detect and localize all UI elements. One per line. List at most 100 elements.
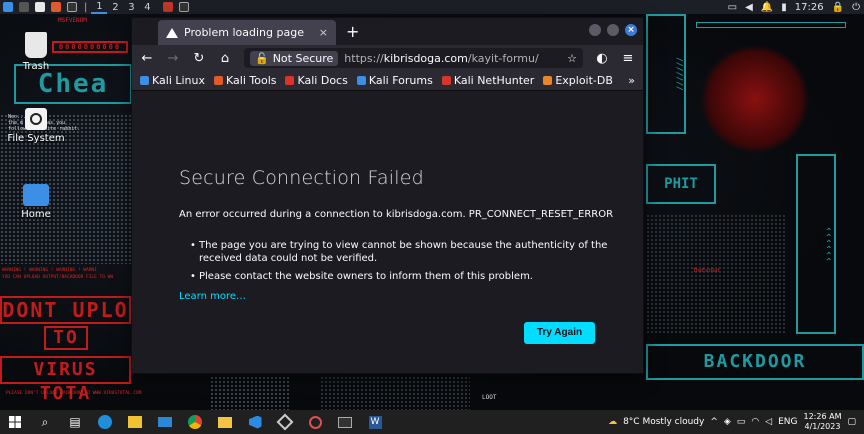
task-view-icon[interactable]: ▤: [64, 411, 86, 433]
url-bar[interactable]: 🔓 Not Secure https://kibrisdoga.com/kayi…: [244, 48, 583, 68]
exploit-db-icon: [543, 76, 553, 85]
firefox-window: Problem loading page × + × ← → ↻ ⌂ 🔓 Not…: [131, 17, 644, 374]
top-panel: | 1 2 3 4 ▭ ◀ 🔔 ▮ 17:26 🔒 ⏻: [0, 0, 864, 14]
home-icon[interactable]: ⌂: [218, 51, 232, 66]
bookmark-star-icon[interactable]: ☆: [567, 52, 577, 65]
lock-icon[interactable]: 🔒: [832, 2, 844, 13]
teal-vertical-art: ///////: [646, 14, 686, 134]
weather-cloud-icon[interactable]: ☁: [608, 417, 617, 427]
tray-chevron-icon[interactable]: ^: [710, 417, 718, 427]
language-indicator[interactable]: ENG: [778, 417, 797, 427]
maximize-button[interactable]: [607, 24, 619, 36]
error-bullet: The page you are trying to view cannot b…: [190, 239, 610, 265]
chrome-icon[interactable]: [184, 411, 206, 433]
workspace-3[interactable]: 3: [123, 2, 139, 13]
firefox-task-icon[interactable]: [163, 2, 174, 12]
bookmarks-overflow-icon[interactable]: »: [628, 74, 635, 87]
bookmark-label: Kali Linux: [152, 74, 206, 87]
kali-tools-icon: [214, 76, 224, 85]
desktop-icon-home[interactable]: Home: [6, 184, 66, 220]
trash-icon: [25, 32, 47, 58]
speaker-icon[interactable]: ◁: [765, 417, 772, 427]
minimize-button[interactable]: [589, 24, 601, 36]
teal-bar-art: [696, 22, 846, 28]
notification-bell-icon[interactable]: 🔔: [761, 2, 773, 13]
bookmark-exploit-db[interactable]: Exploit-DB: [543, 74, 613, 87]
taskbar-clock[interactable]: 12:26 AM 4/1/2023: [804, 412, 842, 432]
error-description: An error occurred during a connection to…: [179, 209, 614, 220]
reload-icon[interactable]: ↻: [192, 51, 206, 66]
terminal-icon[interactable]: [334, 411, 356, 433]
virus-total-art: VIRUS TOTA: [0, 356, 131, 404]
search-icon[interactable]: ⌕: [34, 411, 56, 433]
workspace-2[interactable]: 2: [107, 2, 123, 13]
system-tray: ☁ 8°C Mostly cloudy ^ ◈ ▭ ◠ ◁ ENG 12:26 …: [608, 410, 856, 434]
bookmark-label: Kali Docs: [297, 74, 348, 87]
workspace-4[interactable]: 4: [139, 2, 155, 13]
network-icon[interactable]: ◈: [724, 417, 731, 427]
ascii-table-art: [320, 376, 470, 410]
store-icon[interactable]: [124, 411, 146, 433]
dont-upload-art: DONT UPLO: [0, 296, 131, 324]
learn-more-link[interactable]: Learn more…: [179, 291, 246, 302]
terminal-task-icon[interactable]: [179, 2, 190, 12]
tab-title: Problem loading page: [184, 26, 304, 39]
forward-arrow-icon[interactable]: →: [166, 51, 180, 66]
bookmark-kali-nethunter[interactable]: Kali NetHunter: [441, 74, 534, 87]
wifi-icon[interactable]: ◠: [751, 417, 759, 427]
red-skull-art: [700, 44, 810, 154]
error-bullet-list: The page you are trying to view cannot b…: [190, 239, 610, 288]
power-icon[interactable]: ⏻: [852, 2, 860, 13]
dotted-art: [646, 214, 786, 334]
bookmark-kali-forums[interactable]: Kali Forums: [356, 74, 433, 87]
pocket-icon[interactable]: ◐: [595, 51, 609, 66]
windows-start-icon[interactable]: [4, 411, 26, 433]
not-secure-label: Not Secure: [272, 51, 334, 65]
kali-menu-icon[interactable]: [3, 2, 13, 12]
vscode-icon[interactable]: [244, 411, 266, 433]
bookmark-label: Exploit-DB: [555, 74, 613, 87]
back-arrow-icon[interactable]: ←: [140, 51, 154, 66]
screen-icon[interactable]: ▭: [728, 2, 737, 13]
kali-docs-icon: [285, 76, 295, 85]
close-window-button[interactable]: ×: [625, 24, 637, 36]
tab-bar: Problem loading page × + ×: [132, 18, 643, 45]
workspace-1[interactable]: 1: [91, 1, 108, 14]
url-path: /kayit-formu/: [467, 51, 539, 65]
thefatrat-text: TheFatRat: [693, 268, 721, 274]
tab-problem-loading[interactable]: Problem loading page ×: [158, 20, 336, 45]
word-icon[interactable]: W: [364, 411, 386, 433]
teal-right-vertical-art: ‹‹‹‹‹‹: [796, 154, 836, 334]
edge-icon[interactable]: [94, 411, 116, 433]
firefox-launcher-icon[interactable]: [51, 2, 61, 12]
try-again-button[interactable]: Try Again: [524, 322, 595, 344]
notifications-icon[interactable]: ▢: [847, 417, 856, 427]
site-identity-button[interactable]: 🔓 Not Secure: [250, 50, 339, 66]
menu-hamburger-icon[interactable]: ≡: [621, 51, 635, 66]
top-panel-clock[interactable]: 17:26: [795, 2, 824, 13]
battery-icon[interactable]: ▮: [781, 2, 787, 13]
bookmark-kali-docs[interactable]: Kali Docs: [285, 74, 348, 87]
desktop-icon-file-system[interactable]: File System: [6, 108, 66, 144]
show-desktop-icon[interactable]: [19, 2, 29, 12]
kali-linux-icon: [140, 76, 149, 85]
bookmark-label: Kali Forums: [368, 74, 433, 87]
file-explorer-icon[interactable]: [214, 411, 236, 433]
new-tab-button[interactable]: +: [346, 22, 359, 41]
weather-text[interactable]: 8°C Mostly cloudy: [623, 417, 704, 427]
virtualbox-icon[interactable]: [274, 411, 296, 433]
close-tab-icon[interactable]: ×: [319, 26, 328, 39]
error-title: Secure Connection Failed: [179, 167, 424, 189]
bookmark-kali-tools[interactable]: Kali Tools: [214, 74, 276, 87]
file-manager-icon[interactable]: [35, 2, 45, 12]
ascii-face-art: [210, 376, 290, 410]
app-red-icon[interactable]: [304, 411, 326, 433]
desktop-icon-trash[interactable]: Trash: [6, 32, 66, 72]
url-text[interactable]: https://kibrisdoga.com/kayit-formu/: [344, 52, 561, 65]
bookmarks-toolbar: Kali Linux Kali Tools Kali Docs Kali For…: [132, 71, 643, 91]
mail-icon[interactable]: [154, 411, 176, 433]
bookmark-kali-linux[interactable]: Kali Linux: [140, 74, 205, 87]
battery-tray-icon[interactable]: ▭: [737, 417, 746, 427]
volume-icon[interactable]: ◀: [745, 2, 753, 13]
terminal-launcher-icon[interactable]: [67, 2, 77, 12]
